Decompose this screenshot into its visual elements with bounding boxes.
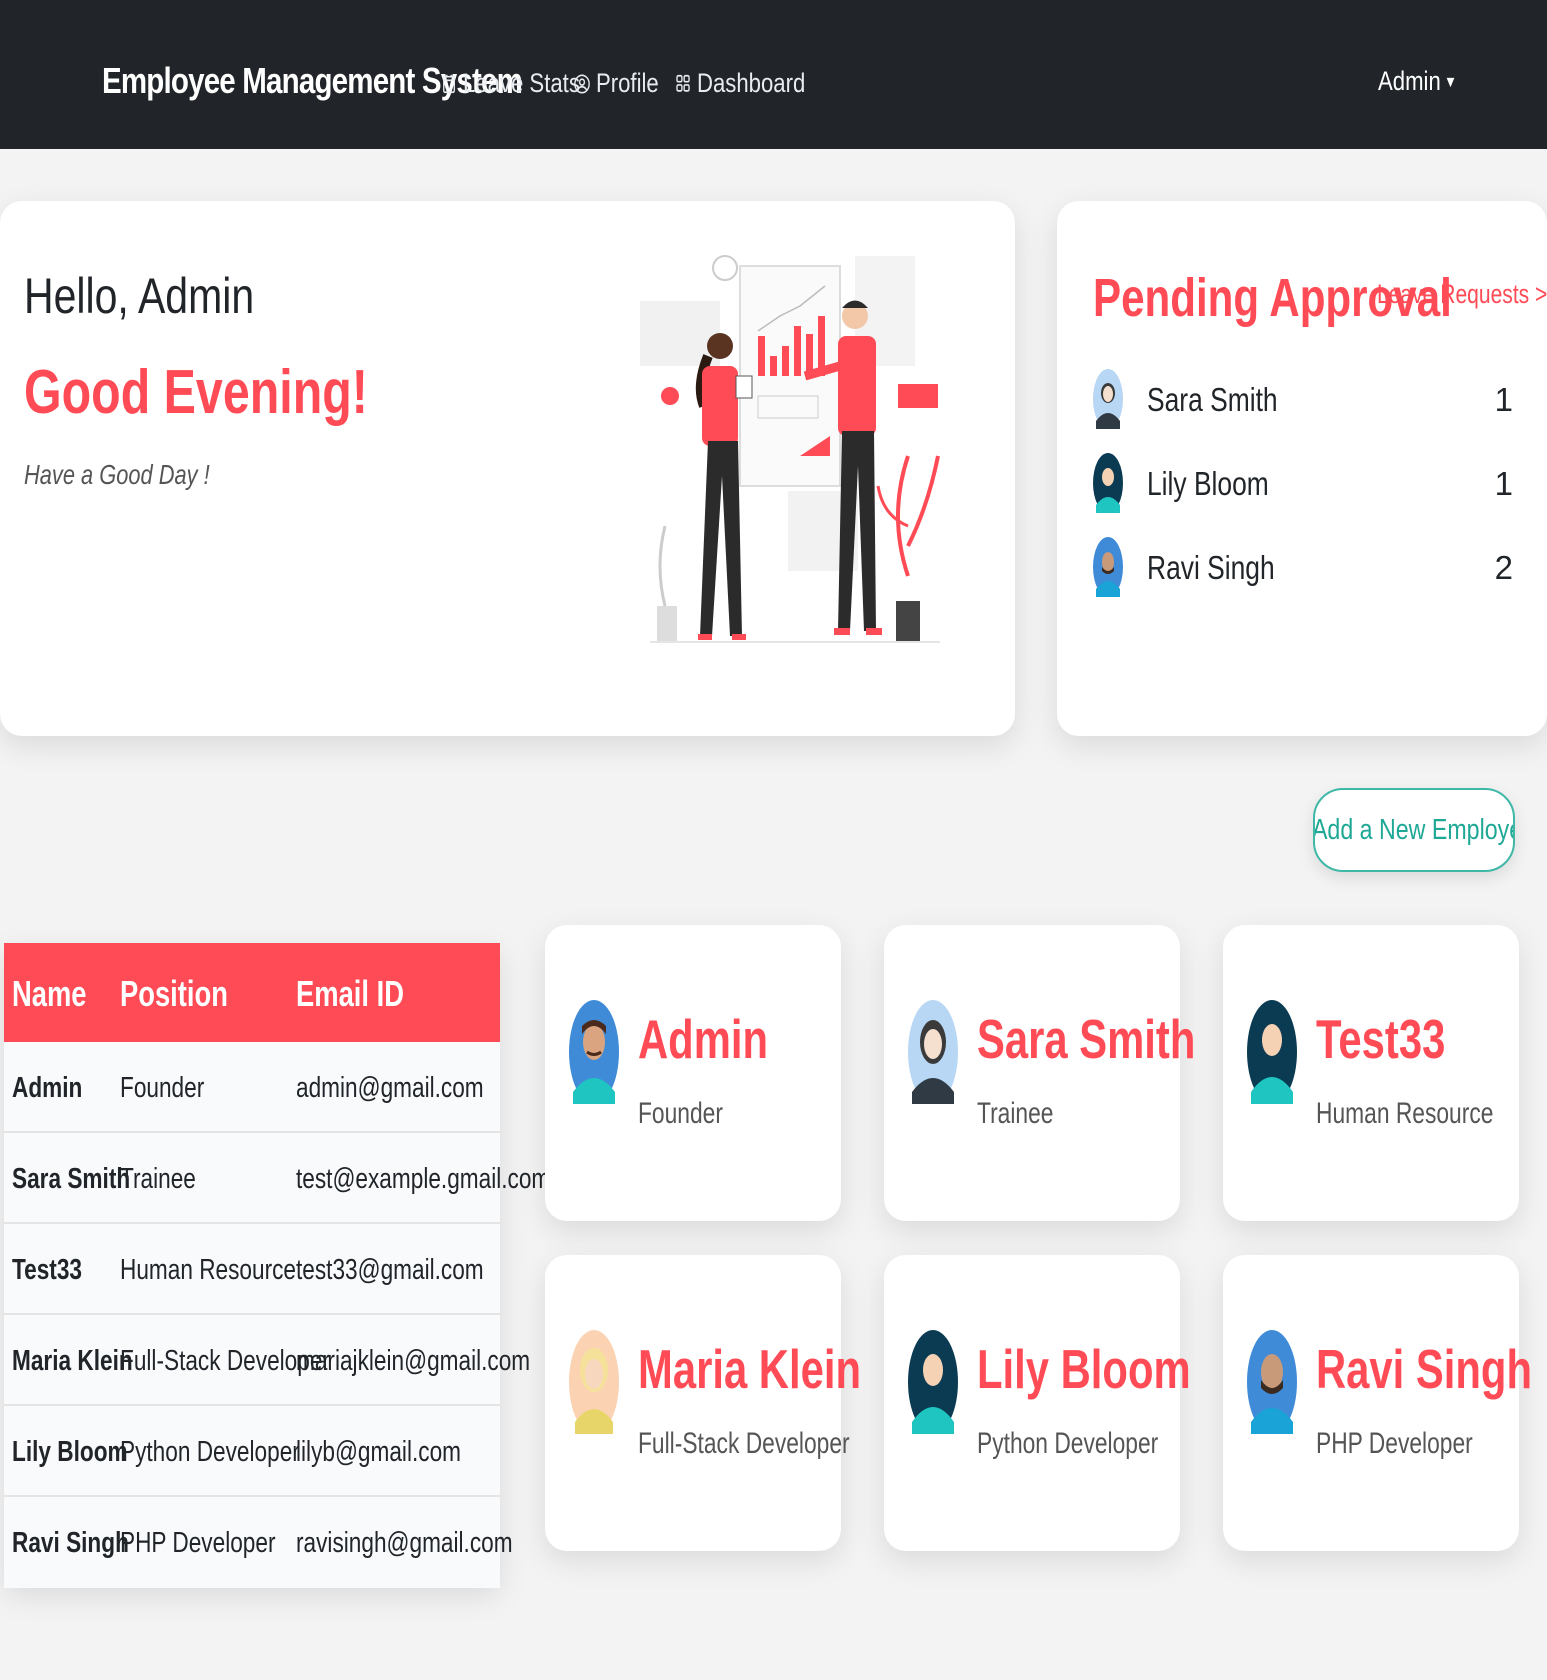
avatar-icon (1093, 537, 1123, 597)
cell-name: Test33 (12, 1254, 82, 1286)
table-row: Admin Founder admin@gmail.com (4, 1042, 500, 1133)
employee-position: PHP Developer (1316, 1427, 1473, 1460)
pending-item[interactable]: Ravi Singh 2 (1093, 537, 1513, 601)
cell-name: Lily Bloom (12, 1436, 128, 1468)
hello-heading: Hello, Admin (24, 268, 255, 324)
caret-down-icon: ▼ (1444, 73, 1458, 91)
employee-card[interactable]: Admin Founder (545, 925, 841, 1221)
greeting-card: Hello, Admin Good Evening! Have a Good D… (0, 201, 1015, 736)
employee-name: Lily Bloom (977, 1338, 1191, 1400)
cell-position: Human Resource (120, 1254, 297, 1286)
pending-item-count: 1 (1494, 465, 1513, 502)
employee-card[interactable]: Sara Smith Trainee (884, 925, 1195, 1221)
employee-name: Maria Klein (638, 1338, 862, 1400)
employee-card[interactable]: Ravi Singh PHP Developer (1223, 1255, 1532, 1551)
employee-card[interactable]: Maria Klein Full-Stack Developer (545, 1255, 861, 1551)
time-greeting: Good Evening! (24, 358, 368, 427)
employee-table: Name Position Email ID Admin Founder adm… (4, 943, 550, 1588)
user-menu-dropdown[interactable]: Admin ▼ (1378, 66, 1457, 97)
cell-email: admin@gmail.com (296, 1072, 484, 1104)
cell-name: Maria Klein (12, 1345, 133, 1377)
column-header-position: Position (120, 973, 228, 1014)
table-row: Ravi Singh PHP Developer ravisingh@gmail… (4, 1497, 513, 1588)
pending-item-name: Sara Smith (1147, 381, 1278, 418)
table-row: Lily Bloom Python Developer lilyb@gmail.… (4, 1406, 500, 1497)
column-header-name: Name (12, 973, 87, 1014)
employee-name: Test33 (1316, 1008, 1446, 1070)
cell-position: Founder (120, 1072, 205, 1104)
avatar-icon (569, 1330, 619, 1434)
table-row: Sara Smith Trainee test@example.gmail.co… (4, 1133, 550, 1224)
grid-icon (676, 74, 690, 92)
table-row: Maria Klein Full-Stack Developer mariajk… (4, 1315, 530, 1406)
table-row: Test33 Human Resource test33@gmail.com (4, 1224, 500, 1315)
pending-item-count: 1 (1494, 381, 1513, 418)
employee-name: Admin (638, 1008, 769, 1070)
add-employee-button[interactable]: + Add a New Employee (1313, 788, 1515, 872)
user-circle-icon (574, 73, 590, 94)
nav-dashboard[interactable]: Dashboard (674, 68, 805, 99)
avatar-icon (1093, 369, 1123, 429)
cell-name: Sara Smith (12, 1163, 131, 1195)
leave-requests-link[interactable]: Leave Requests > (1377, 279, 1547, 310)
table-header: Name Position Email ID (4, 943, 500, 1042)
avatar-icon (1247, 1000, 1297, 1104)
pending-item[interactable]: Sara Smith 1 (1093, 369, 1513, 433)
cell-position: Trainee (120, 1163, 196, 1195)
business-presentation-illustration (640, 255, 940, 643)
pending-item-name: Lily Bloom (1147, 465, 1269, 502)
cell-position: PHP Developer (120, 1527, 276, 1559)
nav-leave-stats[interactable]: Leave Stats (440, 68, 580, 99)
cell-name: Admin (12, 1072, 83, 1104)
cell-email: ravisingh@gmail.com (296, 1527, 513, 1559)
avatar-icon (1247, 1330, 1297, 1434)
avatar-icon (569, 1000, 619, 1104)
avatar-icon (1093, 453, 1123, 513)
column-header-email: Email ID (296, 973, 404, 1014)
nav-profile-label: Profile (595, 68, 659, 98)
employee-position: Full-Stack Developer (638, 1427, 850, 1460)
navbar: Employee Management System Leave Stats P… (0, 0, 1547, 149)
employee-position: Python Developer (977, 1427, 1159, 1460)
user-menu-label: Admin (1378, 66, 1441, 96)
pending-item-name: Ravi Singh (1147, 549, 1275, 586)
nav-dashboard-label: Dashboard (696, 68, 806, 98)
cell-email: lilyb@gmail.com (296, 1436, 462, 1468)
employee-position: Human Resource (1316, 1097, 1494, 1130)
nav-leave-stats-label: Leave Stats (462, 68, 580, 98)
pending-item[interactable]: Lily Bloom 1 (1093, 453, 1513, 517)
employee-position: Founder (638, 1097, 723, 1130)
add-employee-label: + Add a New Employee (1313, 813, 1513, 846)
cell-position: Python Developer (120, 1436, 300, 1468)
pending-item-count: 2 (1494, 549, 1513, 586)
avatar-icon (908, 1330, 958, 1434)
employee-card[interactable]: Test33 Human Resource (1223, 925, 1519, 1221)
employee-name: Sara Smith (977, 1008, 1196, 1070)
greeting-subtitle: Have a Good Day ! (24, 459, 210, 490)
employee-position: Trainee (977, 1097, 1054, 1130)
calendar-icon (443, 74, 455, 93)
avatar-icon (908, 1000, 958, 1104)
employee-name: Ravi Singh (1316, 1338, 1533, 1400)
cell-email: test@example.gmail.com (296, 1163, 551, 1195)
cell-name: Ravi Singh (12, 1527, 129, 1559)
cell-email: mariajklein@gmail.com (296, 1345, 531, 1377)
employee-card[interactable]: Lily Bloom Python Developer (884, 1255, 1191, 1551)
nav-profile[interactable]: Profile (573, 68, 659, 99)
pending-approval-card: Pending Approval Leave Requests > Sara S… (1057, 201, 1547, 736)
cell-email: test33@gmail.com (296, 1254, 484, 1286)
